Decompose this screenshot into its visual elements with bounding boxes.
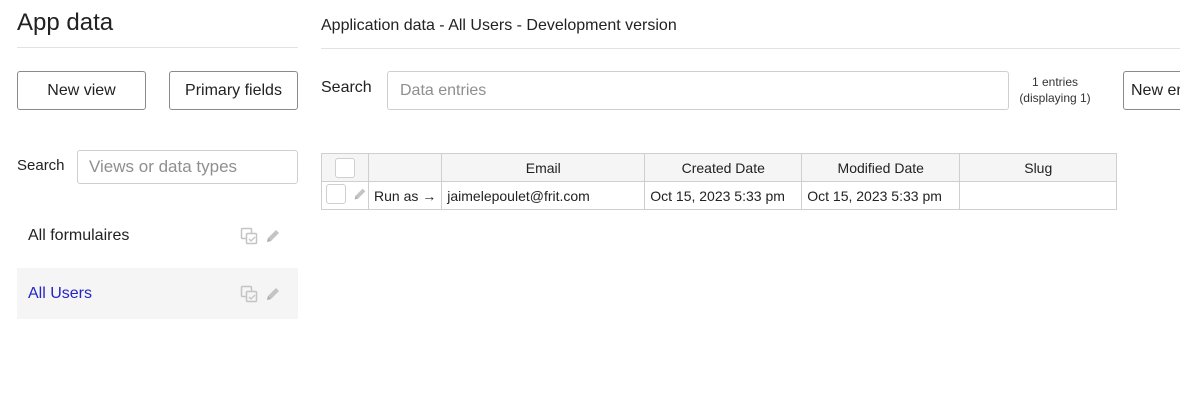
- divider: [17, 47, 298, 48]
- cell-created-date[interactable]: Oct 15, 2023 5:33 pm: [644, 181, 803, 210]
- pencil-icon[interactable]: [263, 284, 283, 304]
- cell-modified-date[interactable]: Oct 15, 2023 5:33 pm: [801, 181, 961, 210]
- data-type-label: All formulaires: [28, 226, 130, 244]
- new-entry-button[interactable]: New entry: [1123, 71, 1180, 110]
- new-view-button[interactable]: New view: [17, 71, 146, 110]
- row-select-cell: [321, 181, 369, 210]
- data-type-item-formulaires[interactable]: All formulaires: [17, 210, 298, 261]
- column-header-email[interactable]: Email: [441, 153, 646, 182]
- data-type-label: All Users: [28, 284, 93, 302]
- cell-email[interactable]: jaimelepoulet@frit.com: [441, 181, 646, 210]
- divider: [321, 48, 1180, 49]
- views-search-input[interactable]: [77, 150, 298, 184]
- copy-icon[interactable]: [239, 284, 259, 304]
- left-panel: App data New view Primary fields Search …: [17, 0, 298, 417]
- pencil-icon[interactable]: [352, 186, 368, 202]
- data-view-title: Application data - All Users - Developme…: [321, 17, 677, 34]
- column-header-created-date[interactable]: Created Date: [644, 153, 803, 182]
- data-type-item-users[interactable]: All Users: [17, 268, 298, 319]
- column-header-slug[interactable]: Slug: [959, 153, 1118, 182]
- run-as-link[interactable]: Run as →: [367, 181, 443, 210]
- entries-count-displaying: (displaying 1): [1019, 91, 1091, 105]
- select-all-cell: [321, 153, 369, 182]
- entries-count: 1 entries (displaying 1): [1010, 74, 1100, 106]
- views-search-label: Search: [17, 157, 65, 174]
- primary-fields-button[interactable]: Primary fields: [169, 71, 298, 110]
- copy-icon[interactable]: [239, 226, 259, 246]
- cell-slug[interactable]: [959, 181, 1118, 210]
- select-all-checkbox[interactable]: [335, 157, 355, 178]
- run-as-header: [367, 153, 443, 182]
- data-table: Email Created Date Modified Date Slug Ru…: [321, 153, 1118, 210]
- entries-search-input[interactable]: [387, 71, 1009, 110]
- table-header-row: Email Created Date Modified Date Slug: [321, 153, 1118, 182]
- entries-count-total: 1 entries: [1031, 75, 1079, 89]
- pencil-icon[interactable]: [263, 226, 283, 246]
- entries-search-label: Search: [321, 79, 372, 96]
- table-row: Run as → jaimelepoulet@frit.com Oct 15, …: [321, 181, 1118, 210]
- page-title: App data: [17, 9, 114, 36]
- row-checkbox[interactable]: [326, 184, 346, 204]
- column-header-modified-date[interactable]: Modified Date: [801, 153, 961, 182]
